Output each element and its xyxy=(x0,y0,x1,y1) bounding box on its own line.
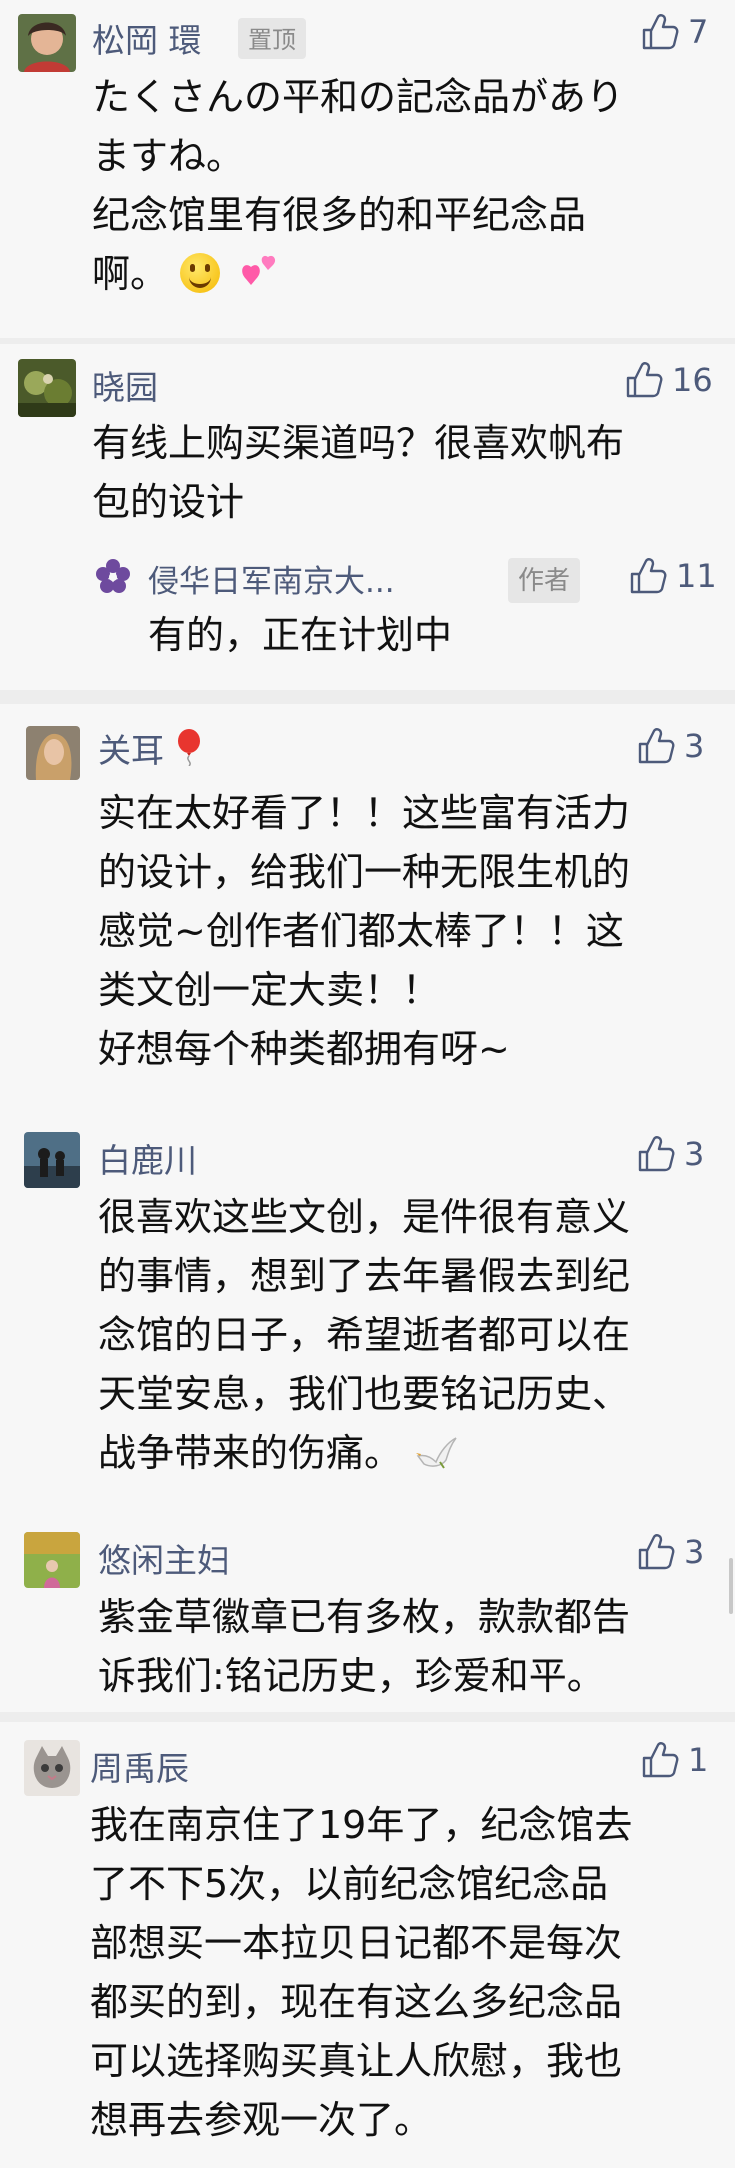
comment-line: たくさんの平和の記念品があり xyxy=(92,75,625,119)
like-button[interactable]: 7 xyxy=(640,12,708,52)
thumbs-up-icon xyxy=(624,360,664,400)
like-button[interactable]: 1 xyxy=(640,1740,708,1780)
thumbs-up-icon xyxy=(636,726,676,766)
balloon-icon xyxy=(177,729,200,767)
like-button[interactable]: 3 xyxy=(636,1134,704,1174)
comment-text: 很喜欢这些文创，是件很有意义 的事情，想到了去年暑假去到纪 念馆的日子，希望逝者… xyxy=(98,1188,630,1483)
comment-line: 诉我们:铭记历史，珍爱和平。 xyxy=(98,1654,605,1698)
comment-panel: 松岡 環 置顶 7 たくさんの平和の記念品があり ますね。 纪念馆里有很多的和平… xyxy=(0,0,735,338)
comment-text: 实在太好看了！！这些富有活力 的设计，给我们一种无限生机的 感觉~创作者们都太棒… xyxy=(98,784,630,1079)
comment-line: 包的设计 xyxy=(92,480,245,524)
commenter-name[interactable]: 松岡 環 xyxy=(92,14,202,62)
comment-text: たくさんの平和の記念品があり ますね。 纪念馆里有很多的和平纪念品 啊。 xyxy=(92,68,624,304)
like-count: 7 xyxy=(688,13,709,51)
comment-line-text: 啊。 xyxy=(92,252,169,296)
comment-line: 实在太好看了！！这些富有活力 xyxy=(98,791,631,835)
thumbs-up-icon xyxy=(636,1532,676,1572)
comment-line: 了不下5次，以前纪念馆纪念品 xyxy=(90,1862,609,1906)
comment-line: 都买的到，现在有这么多纪念品 xyxy=(90,1980,623,2024)
thumbs-up-icon xyxy=(640,1740,680,1780)
avatar[interactable] xyxy=(18,14,76,72)
comment-panel: 关耳 3 实在太好看了！！这些富有活力 的设计，给我们一种无限生机的 感觉~创作… xyxy=(0,704,735,1106)
two-hearts-icon xyxy=(242,255,276,285)
comment-line: 有线上购买渠道吗？很喜欢帆布 xyxy=(92,421,625,465)
commenter-name[interactable]: 周禹辰 xyxy=(90,1742,189,1790)
purple-flower-icon xyxy=(96,559,130,593)
like-button[interactable]: 3 xyxy=(636,726,704,766)
comment-panel: 白鹿川 3 很喜欢这些文创，是件很有意义 的事情，想到了去年暑假去到纪 念馆的日… xyxy=(0,1106,735,1506)
comment-panel: 晓园 16 有线上购买渠道吗？很喜欢帆布 包的设计 侵华日军南京大... 作者 … xyxy=(0,344,735,690)
reply-text: 有的，正在计划中 xyxy=(148,613,453,657)
grinning-face-icon xyxy=(180,253,221,293)
reply-like-button[interactable]: 11 xyxy=(628,556,717,596)
reply-author-name[interactable]: 侵华日军南京大... xyxy=(148,556,395,601)
thumbs-up-icon xyxy=(628,556,668,596)
comment-line: 啊。 xyxy=(92,245,624,304)
comment-line: 天堂安息，我们也要铭记历史、 xyxy=(98,1372,631,1416)
comment-line: 的设计，给我们一种无限生机的 xyxy=(98,850,631,894)
comment-text: 我在南京住了19年了，纪念馆去 了不下5次，以前纪念馆纪念品 部想买一本拉贝日记… xyxy=(90,1796,632,2150)
comment-panel: 周禹辰 1 我在南京住了19年了，纪念馆去 了不下5次，以前纪念馆纪念品 部想买… xyxy=(0,1722,735,2168)
comment-panel: 悠闲主妇 3 紫金草徽章已有多枚，款款都告 诉我们:铭记历史，珍爱和平。 xyxy=(0,1506,735,1712)
comment-line: 部想买一本拉贝日记都不是每次 xyxy=(90,1921,623,1965)
avatar[interactable] xyxy=(18,359,76,417)
author-badge: 作者 xyxy=(508,558,581,603)
commenter-name[interactable]: 晓园 xyxy=(92,361,158,409)
commenter-name[interactable]: 关耳 xyxy=(98,724,203,772)
like-count: 3 xyxy=(684,1135,705,1173)
avatar[interactable] xyxy=(24,1132,80,1188)
comment-line: 感觉~创作者们都太棒了！！这 xyxy=(98,909,624,953)
comment-line: 可以选择购买真让人欣慰，我也 xyxy=(90,2039,623,2083)
commenter-name-text: 关耳 xyxy=(98,731,164,770)
comment-line: 我在南京住了19年了，纪念馆去 xyxy=(90,1803,633,1847)
comment-text: 紫金草徽章已有多枚，款款都告 诉我们:铭记历史，珍爱和平。 xyxy=(98,1588,630,1706)
comment-line: 想再去参观一次了。 xyxy=(90,2098,433,2142)
dove-icon xyxy=(416,1437,457,1469)
commenter-name[interactable]: 悠闲主妇 xyxy=(98,1534,230,1582)
comment-line: 念馆的日子，希望逝者都可以在 xyxy=(98,1313,631,1357)
comment-line-text: 战争带来的伤痛。 xyxy=(98,1431,403,1475)
comment-line: 纪念馆里有很多的和平纪念品 xyxy=(92,193,587,237)
comment-line: 很喜欢这些文创，是件很有意义 xyxy=(98,1195,631,1239)
thumbs-up-icon xyxy=(636,1134,676,1174)
like-count: 16 xyxy=(672,361,713,399)
like-count: 1 xyxy=(688,1741,709,1779)
comment-line: 好想每个种类都拥有呀~ xyxy=(98,1027,510,1071)
comment-line: 战争带来的伤痛。 xyxy=(98,1424,630,1483)
comment-text: 有线上购买渠道吗？很喜欢帆布 包的设计 xyxy=(92,414,624,532)
comment-line: 类文创一定大卖！！ xyxy=(98,968,441,1012)
avatar[interactable] xyxy=(26,726,80,780)
avatar[interactable] xyxy=(24,1740,80,1796)
comment-line: ますね。 xyxy=(92,134,245,178)
comment-line: 紫金草徽章已有多枚，款款都告 xyxy=(98,1595,631,1639)
like-count: 3 xyxy=(684,1533,705,1571)
like-count: 11 xyxy=(676,557,717,595)
like-button[interactable]: 3 xyxy=(636,1532,704,1572)
commenter-name[interactable]: 白鹿川 xyxy=(98,1134,197,1182)
like-count: 3 xyxy=(684,727,705,765)
scrollbar[interactable] xyxy=(729,1558,733,1614)
pinned-badge: 置顶 xyxy=(238,18,306,59)
like-button[interactable]: 16 xyxy=(624,360,713,400)
comment-line: 的事情，想到了去年暑假去到纪 xyxy=(98,1254,631,1298)
avatar[interactable] xyxy=(24,1532,80,1588)
thumbs-up-icon xyxy=(640,12,680,52)
